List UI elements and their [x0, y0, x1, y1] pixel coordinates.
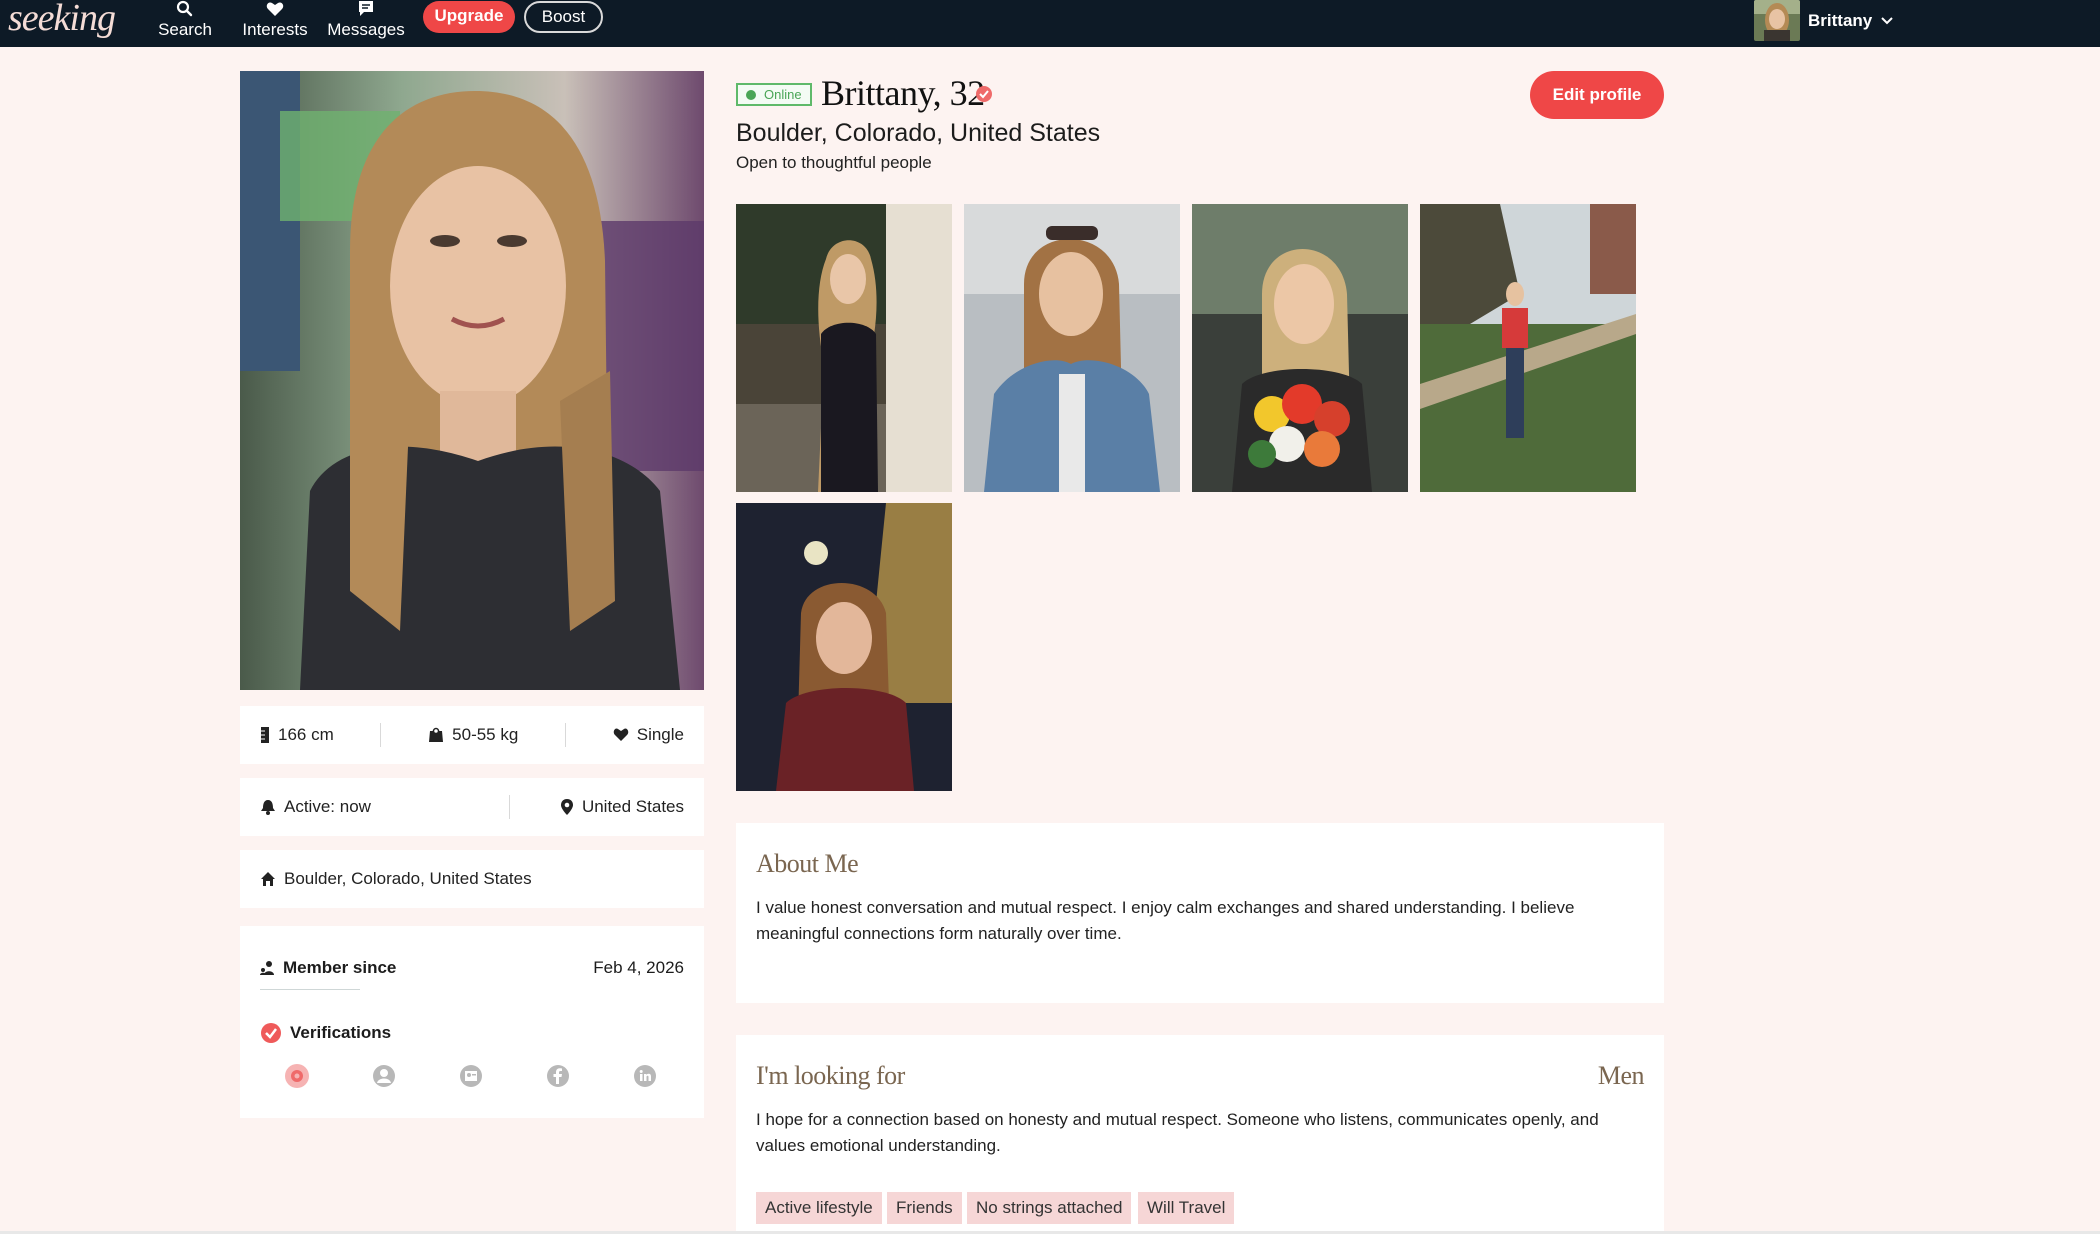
looking-for-text: I hope for a connection based on honesty… — [756, 1110, 1599, 1155]
main-profile-photo[interactable] — [240, 71, 704, 690]
weight-value: 50-55 kg — [452, 725, 519, 744]
active-value: Active: now — [284, 797, 371, 816]
divider — [565, 723, 567, 747]
online-status-text: Online — [764, 87, 802, 102]
profile-tagline: Open to thoughtful people — [736, 153, 932, 172]
verifications-label: Verifications — [260, 1022, 391, 1044]
divider — [509, 795, 511, 819]
facebook-icon[interactable] — [546, 1064, 570, 1088]
heart-icon — [240, 0, 310, 20]
member-card: Member since Feb 4, 2026 Verifications — [240, 926, 704, 1118]
search-icon — [155, 0, 215, 20]
gallery-photo[interactable] — [1192, 204, 1408, 492]
verifications-text: Verifications — [290, 1023, 392, 1042]
looking-for-target: Men — [1597, 1061, 1645, 1090]
gallery-photo[interactable] — [736, 503, 952, 791]
divider — [380, 723, 382, 747]
verified-icon — [975, 85, 993, 103]
nav-interests[interactable]: Interests — [240, 0, 310, 47]
activity-card: Active: now United States — [240, 778, 704, 836]
boost-button[interactable]: Boost — [524, 1, 603, 33]
ruler-icon — [261, 727, 269, 743]
underline — [260, 989, 360, 990]
nav-interests-label: Interests — [242, 20, 308, 39]
profile-location: Boulder, Colorado, United States — [736, 119, 1101, 147]
about-me-section: About Me I value honest conversation and… — [736, 823, 1664, 1003]
users-icon — [260, 961, 274, 975]
profile-name: Brittany, 32 — [821, 73, 985, 113]
country-value: United States — [581, 797, 684, 816]
member-since-value: Feb 4, 2026 — [593, 958, 684, 977]
gallery-photo[interactable] — [736, 204, 952, 492]
check-badge-icon — [261, 1023, 281, 1043]
height-value: 166 cm — [278, 725, 334, 744]
linkedin-icon[interactable] — [633, 1064, 657, 1088]
about-me-text: I value honest conversation and mutual r… — [756, 898, 1575, 943]
home-value: Boulder, Colorado, United States — [284, 869, 532, 888]
background-check-icon[interactable] — [459, 1064, 483, 1088]
weight-stat: 50-55 kg — [428, 725, 518, 745]
chevron-down-icon — [1880, 11, 1894, 31]
id-verification-icon[interactable] — [372, 1064, 396, 1088]
chat-icon — [326, 0, 406, 20]
interest-tag: No strings attached — [967, 1192, 1132, 1224]
location-pin-icon — [560, 799, 573, 815]
nav-search[interactable]: Search — [155, 0, 215, 47]
gallery-photo[interactable] — [1420, 204, 1636, 492]
country-stat: United States — [560, 797, 684, 817]
height-stat: 166 cm — [260, 725, 334, 745]
heart-icon — [613, 728, 628, 741]
nav-search-label: Search — [158, 20, 212, 39]
looking-for-title: I'm looking for — [756, 1061, 905, 1090]
interest-tag: Will Travel — [1138, 1192, 1235, 1224]
weight-icon — [429, 727, 444, 742]
stats-card-body: 166 cm 50-55 kg Single — [240, 706, 704, 764]
seeking-logo[interactable]: seeking — [8, 0, 116, 40]
about-me-title: About Me — [756, 849, 859, 878]
bell-icon — [261, 800, 275, 815]
relationship-value: Single — [636, 725, 684, 744]
photo-verification-icon[interactable] — [285, 1064, 309, 1088]
online-dot-icon — [746, 90, 756, 100]
active-stat: Active: now — [260, 797, 460, 817]
home-icon — [261, 872, 275, 886]
member-since-text: Member since — [283, 958, 397, 977]
top-nav: seeking Search Interests Messages Upgrad… — [0, 0, 2100, 47]
interest-tag: Friends — [887, 1192, 962, 1224]
interest-tag: Active lifestyle — [756, 1192, 882, 1224]
account-menu[interactable]: Brittany — [1754, 0, 1894, 41]
home-stat: Boulder, Colorado, United States — [260, 869, 532, 889]
account-name: Brittany — [1808, 10, 1873, 30]
nav-messages[interactable]: Messages — [326, 0, 406, 47]
nav-messages-label: Messages — [327, 20, 405, 39]
upgrade-button[interactable]: Upgrade — [423, 1, 515, 33]
relationship-stat: Single — [613, 725, 684, 745]
home-card: Boulder, Colorado, United States — [240, 850, 704, 908]
gallery-photo[interactable] — [964, 204, 1180, 492]
member-since-label: Member since — [260, 958, 396, 978]
avatar — [1754, 0, 1800, 41]
edit-profile-button[interactable]: Edit profile — [1530, 71, 1664, 119]
online-status-badge: Online — [736, 83, 812, 106]
